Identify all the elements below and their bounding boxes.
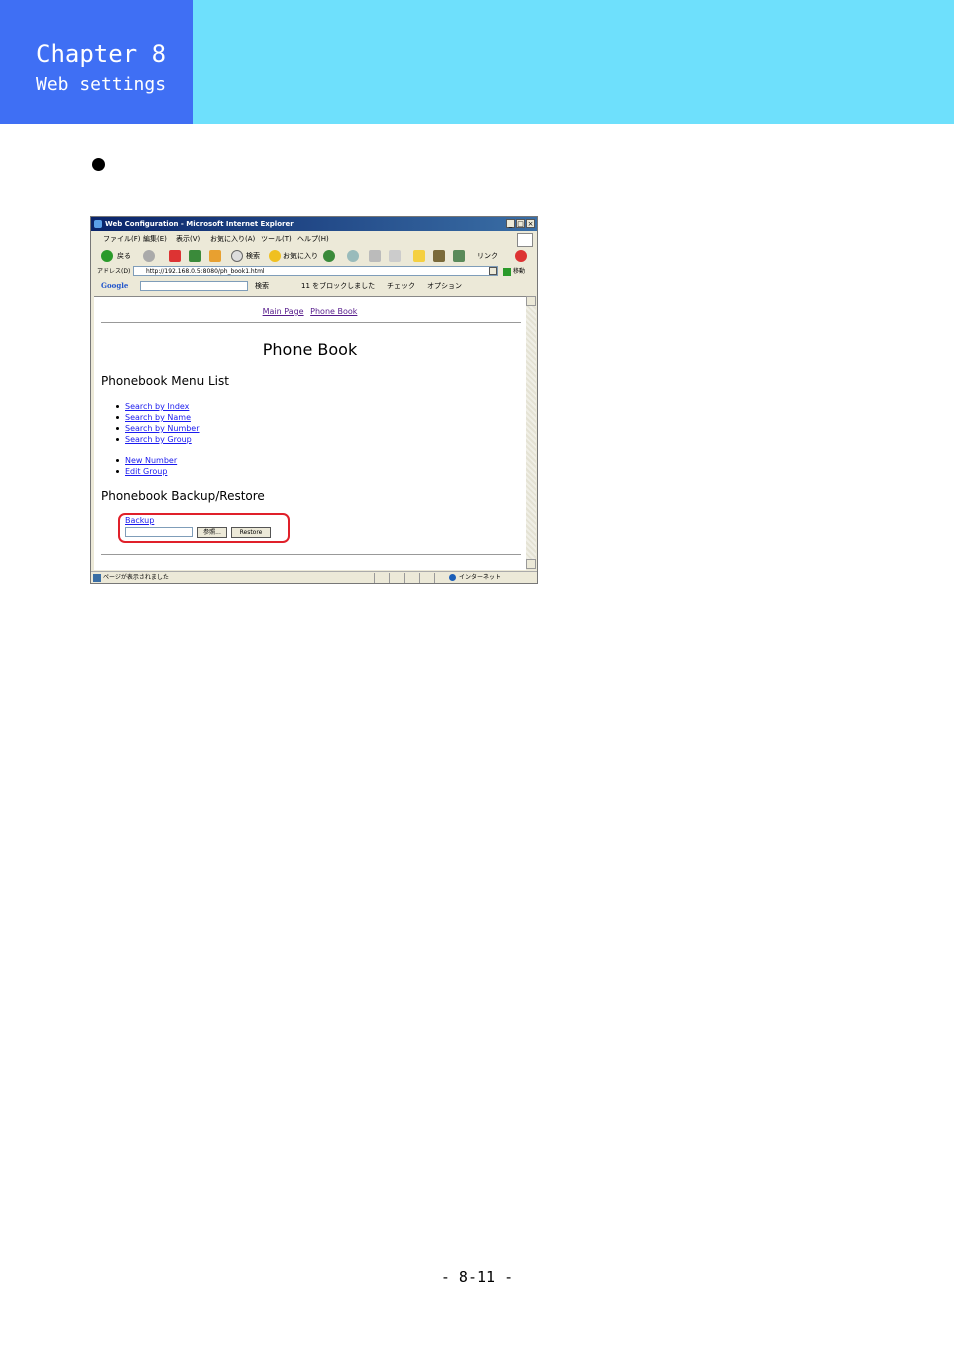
chapter-subtitle: Web settings xyxy=(36,74,167,95)
status-text: ページが表示されました xyxy=(103,574,169,581)
search-by-name-link[interactable]: Search by Name xyxy=(125,413,191,422)
search-by-group-link[interactable]: Search by Group xyxy=(125,435,192,444)
zone-label: インターネット xyxy=(459,574,502,581)
scroll-up-icon[interactable] xyxy=(526,296,536,306)
window-title: Web Configuration - Microsoft Internet E… xyxy=(105,220,294,228)
search-label[interactable]: 検索 xyxy=(246,247,260,265)
nav-links: Main Page Phone Book xyxy=(94,307,526,316)
main-page-link[interactable]: Main Page xyxy=(263,307,304,316)
stop-icon[interactable] xyxy=(169,250,181,262)
go-label: 移動 xyxy=(513,268,526,275)
maximize-button[interactable]: □ xyxy=(516,219,525,228)
search-by-number-link[interactable]: Search by Number xyxy=(125,424,200,433)
header-band xyxy=(193,0,954,124)
page-title: Phone Book xyxy=(262,340,358,359)
options-button[interactable]: オプション xyxy=(427,279,462,293)
mail-icon[interactable] xyxy=(347,250,359,262)
status-divider xyxy=(434,573,435,583)
print-icon[interactable] xyxy=(369,250,381,262)
page-icon xyxy=(93,574,101,582)
search-by-index-link[interactable]: Search by Index xyxy=(125,402,189,411)
scroll-down-icon[interactable] xyxy=(526,559,536,569)
status-divider xyxy=(374,573,375,583)
edit-link-list: New Number Edit Group xyxy=(116,455,177,477)
spell-check-button[interactable]: チェック xyxy=(387,279,415,293)
windows-logo-icon xyxy=(517,233,533,247)
google-logo[interactable]: Google xyxy=(101,279,128,293)
globe-icon xyxy=(449,574,456,581)
search-icon[interactable] xyxy=(231,250,243,262)
status-divider xyxy=(404,573,405,583)
list-item: Search by Name xyxy=(116,412,200,423)
folder-icon[interactable] xyxy=(413,250,425,262)
minimize-button[interactable]: _ xyxy=(506,219,515,228)
menu-tools[interactable]: ツール(T) xyxy=(261,232,292,246)
list-item: Edit Group xyxy=(116,466,177,477)
ie-icon xyxy=(94,220,102,228)
google-search-button[interactable]: 検索 xyxy=(255,279,269,293)
favorites-label[interactable]: お気に入り xyxy=(283,247,318,265)
menu-view[interactable]: 表示(V) xyxy=(176,232,200,246)
address-dropdown-icon[interactable] xyxy=(489,267,497,275)
new-number-link[interactable]: New Number xyxy=(125,456,177,465)
menu-help[interactable]: ヘルプ(H) xyxy=(297,232,329,246)
vertical-scrollbar[interactable] xyxy=(526,296,536,569)
page-content: Main Page Phone Book Phone Book Phoneboo… xyxy=(94,296,526,570)
search-link-list: Search by Index Search by Name Search by… xyxy=(116,401,200,445)
menu-edit[interactable]: 編集(E) xyxy=(143,232,167,246)
backup-restore-heading: Phonebook Backup/Restore xyxy=(101,489,265,503)
security-zone: インターネット xyxy=(449,572,501,584)
page-number: - 8-11 - xyxy=(440,1268,514,1286)
research-icon[interactable] xyxy=(433,250,445,262)
status-divider xyxy=(419,573,420,583)
go-arrow-icon xyxy=(503,267,511,276)
google-toolbar: Google 検索 11 をブロックしました チェック オプション xyxy=(91,279,537,293)
favorites-icon[interactable] xyxy=(269,250,281,262)
back-icon[interactable] xyxy=(101,250,113,262)
messenger-icon[interactable] xyxy=(453,250,465,262)
divider xyxy=(101,322,521,323)
list-item: Search by Index xyxy=(116,401,200,412)
list-item: Search by Number xyxy=(116,423,200,434)
edit-icon[interactable] xyxy=(389,250,401,262)
window-titlebar: Web Configuration - Microsoft Internet E… xyxy=(91,217,537,231)
history-icon[interactable] xyxy=(323,250,335,262)
menu-file[interactable]: ファイル(F) xyxy=(103,232,141,246)
edit-group-link[interactable]: Edit Group xyxy=(125,467,167,476)
forward-icon[interactable] xyxy=(143,250,155,262)
bullet-icon xyxy=(92,158,105,171)
status-divider xyxy=(389,573,390,583)
google-search-input[interactable] xyxy=(140,281,248,291)
chapter-title: Chapter 8 xyxy=(36,40,167,68)
list-item: New Number xyxy=(116,455,177,466)
address-input[interactable]: http://192.168.0.5:8080/ph_book1.html xyxy=(133,266,498,276)
go-button[interactable]: 移動 xyxy=(503,265,525,278)
menu-list-heading: Phonebook Menu List xyxy=(101,374,229,388)
popup-blocked-count[interactable]: 11 をブロックしました xyxy=(301,279,375,293)
refresh-icon[interactable] xyxy=(189,250,201,262)
menu-favorites[interactable]: お気に入り(A) xyxy=(210,232,255,246)
highlight-box xyxy=(118,513,290,543)
close-button[interactable]: × xyxy=(526,219,535,228)
back-label[interactable]: 戻る xyxy=(117,247,131,265)
address-bar: アドレス(D) http://192.168.0.5:8080/ph_book1… xyxy=(91,265,537,278)
norton-icon[interactable] xyxy=(515,250,527,262)
toolbar: 戻る 検索 お気に入り リンク xyxy=(91,247,537,265)
home-icon[interactable] xyxy=(209,250,221,262)
list-item: Search by Group xyxy=(116,434,200,445)
menu-bar: ファイル(F) 編集(E) 表示(V) お気に入り(A) ツール(T) ヘルプ(… xyxy=(91,232,537,246)
status-bar: ページが表示されました インターネット xyxy=(91,571,537,584)
links-label[interactable]: リンク xyxy=(477,247,498,265)
browser-window: Web Configuration - Microsoft Internet E… xyxy=(90,216,538,584)
address-label: アドレス(D) xyxy=(97,268,131,275)
phone-book-link[interactable]: Phone Book xyxy=(310,307,357,316)
divider xyxy=(101,554,521,555)
